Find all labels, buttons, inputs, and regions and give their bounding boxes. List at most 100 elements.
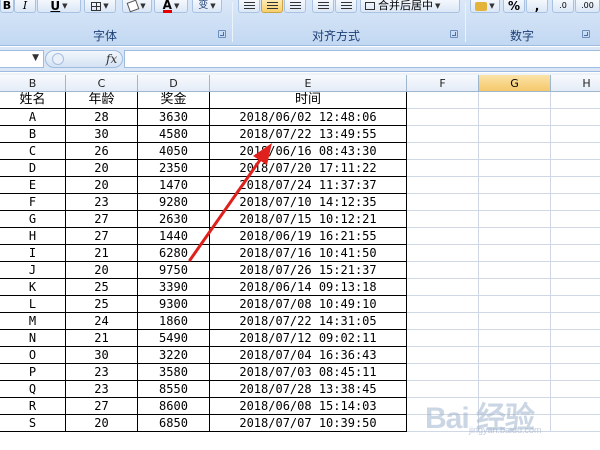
cell-bonus[interactable]: 8600 <box>138 398 210 415</box>
chevron-down-icon[interactable]: ▼ <box>32 53 39 63</box>
cell-time[interactable]: 2018/07/15 10:12:21 <box>210 211 407 228</box>
cell-time[interactable]: 2018/07/22 14:31:05 <box>210 313 407 330</box>
cell-time[interactable]: 2018/06/14 09:13:18 <box>210 279 407 296</box>
empty-cell[interactable] <box>551 279 600 296</box>
cell-time[interactable]: 2018/06/16 08:43:30 <box>210 143 407 160</box>
fill-color-button[interactable]: ▼ <box>122 0 152 13</box>
empty-cell[interactable] <box>479 92 551 109</box>
empty-cell[interactable] <box>407 296 479 313</box>
empty-cell[interactable] <box>551 347 600 364</box>
cell-bonus[interactable]: 1860 <box>138 313 210 330</box>
empty-cell[interactable] <box>479 245 551 262</box>
empty-cell[interactable] <box>479 347 551 364</box>
cell-bonus[interactable]: 1470 <box>138 177 210 194</box>
cell-time[interactable]: 2018/07/12 09:02:11 <box>210 330 407 347</box>
empty-cell[interactable] <box>407 364 479 381</box>
cell-age[interactable]: 30 <box>66 347 138 364</box>
align-left-button[interactable] <box>238 0 260 13</box>
cell-bonus[interactable]: 3390 <box>138 279 210 296</box>
cell-bonus[interactable]: 1440 <box>138 228 210 245</box>
cell-time[interactable]: 2018/07/16 10:41:50 <box>210 245 407 262</box>
cell-name[interactable]: M <box>0 313 66 330</box>
cell-bonus[interactable]: 3220 <box>138 347 210 364</box>
cell-age[interactable]: 27 <box>66 228 138 245</box>
cell-name[interactable]: E <box>0 177 66 194</box>
column-header-h[interactable]: H <box>551 75 600 92</box>
cell-name[interactable]: S <box>0 415 66 432</box>
number-dialog-launcher-icon[interactable] <box>582 30 590 38</box>
empty-cell[interactable] <box>407 228 479 245</box>
empty-cell[interactable] <box>479 177 551 194</box>
cell-age[interactable]: 24 <box>66 313 138 330</box>
cell-name[interactable]: K <box>0 279 66 296</box>
column-header-c[interactable]: C <box>66 75 138 92</box>
phonetic-button[interactable]: 变 ▼ <box>192 0 222 13</box>
underline-button[interactable]: U ▼ <box>37 0 81 13</box>
empty-cell[interactable] <box>551 364 600 381</box>
empty-cell[interactable] <box>407 330 479 347</box>
header-cell-bonus[interactable]: 奖金 <box>138 92 210 109</box>
empty-cell[interactable] <box>551 194 600 211</box>
empty-cell[interactable] <box>407 347 479 364</box>
cell-name[interactable]: P <box>0 364 66 381</box>
cell-age[interactable]: 26 <box>66 143 138 160</box>
empty-cell[interactable] <box>407 245 479 262</box>
cell-name[interactable]: L <box>0 296 66 313</box>
cell-time[interactable]: 2018/07/22 13:49:55 <box>210 126 407 143</box>
empty-cell[interactable] <box>407 313 479 330</box>
cell-name[interactable]: N <box>0 330 66 347</box>
currency-format-button[interactable]: ▼ <box>470 0 500 13</box>
empty-cell[interactable] <box>407 279 479 296</box>
formula-input[interactable] <box>124 50 600 68</box>
italic-button[interactable]: I <box>14 0 36 13</box>
empty-cell[interactable] <box>407 160 479 177</box>
cell-time[interactable]: 2018/07/07 10:39:50 <box>210 415 407 432</box>
empty-cell[interactable] <box>407 177 479 194</box>
empty-cell[interactable] <box>479 296 551 313</box>
cell-time[interactable]: 2018/07/10 14:12:35 <box>210 194 407 211</box>
empty-cell[interactable] <box>551 330 600 347</box>
cell-name[interactable]: F <box>0 194 66 211</box>
cell-bonus[interactable]: 8550 <box>138 381 210 398</box>
cell-bonus[interactable]: 2630 <box>138 211 210 228</box>
cell-age[interactable]: 23 <box>66 381 138 398</box>
cell-age[interactable]: 20 <box>66 415 138 432</box>
empty-cell[interactable] <box>407 143 479 160</box>
empty-cell[interactable] <box>551 262 600 279</box>
empty-cell[interactable] <box>479 330 551 347</box>
cell-age[interactable]: 30 <box>66 126 138 143</box>
cell-name[interactable]: A <box>0 109 66 126</box>
cell-name[interactable]: Q <box>0 381 66 398</box>
cell-time[interactable]: 2018/07/04 16:36:43 <box>210 347 407 364</box>
cell-age[interactable]: 25 <box>66 279 138 296</box>
cell-bonus[interactable]: 2350 <box>138 160 210 177</box>
empty-cell[interactable] <box>479 211 551 228</box>
name-box[interactable]: ▼ <box>0 50 44 68</box>
empty-cell[interactable] <box>551 296 600 313</box>
empty-cell[interactable] <box>407 194 479 211</box>
empty-cell[interactable] <box>551 109 600 126</box>
column-header-f[interactable]: F <box>407 75 479 92</box>
cell-time[interactable]: 2018/06/08 15:14:03 <box>210 398 407 415</box>
cell-name[interactable]: G <box>0 211 66 228</box>
empty-cell[interactable] <box>479 262 551 279</box>
cell-time[interactable]: 2018/07/26 15:21:37 <box>210 262 407 279</box>
empty-cell[interactable] <box>551 228 600 245</box>
column-header-g[interactable]: G <box>479 75 551 92</box>
empty-cell[interactable] <box>479 364 551 381</box>
cell-time[interactable]: 2018/07/24 11:37:37 <box>210 177 407 194</box>
column-header-d[interactable]: D <box>138 75 210 92</box>
empty-cell[interactable] <box>407 211 479 228</box>
border-button[interactable]: ▼ <box>84 0 116 13</box>
empty-cell[interactable] <box>551 126 600 143</box>
percent-style-button[interactable]: % <box>503 0 525 13</box>
empty-cell[interactable] <box>407 126 479 143</box>
cell-age[interactable]: 27 <box>66 398 138 415</box>
cell-bonus[interactable]: 6280 <box>138 245 210 262</box>
empty-cell[interactable] <box>551 313 600 330</box>
cell-name[interactable]: D <box>0 160 66 177</box>
empty-cell[interactable] <box>551 245 600 262</box>
empty-cell[interactable] <box>479 279 551 296</box>
header-cell-name[interactable]: 姓名 <box>0 92 66 109</box>
cell-age[interactable]: 25 <box>66 296 138 313</box>
